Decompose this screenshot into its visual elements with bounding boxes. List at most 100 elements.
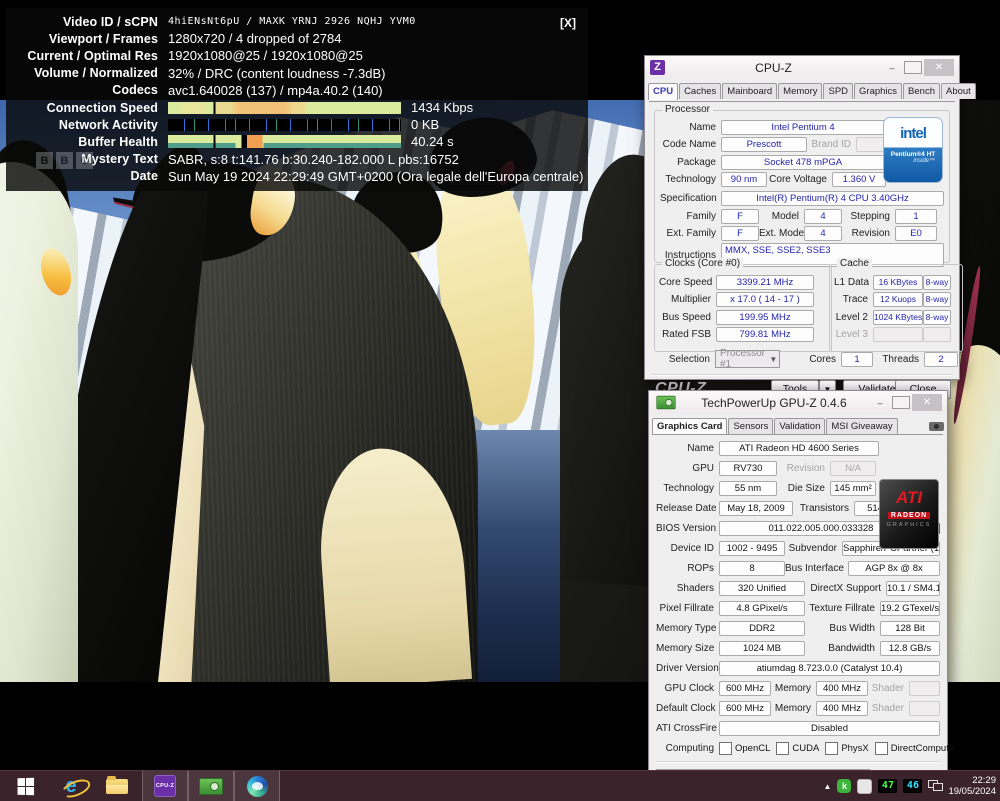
- field-label: Memory: [771, 703, 811, 714]
- camera-icon[interactable]: [929, 422, 944, 431]
- tab-cpu[interactable]: CPU: [648, 83, 678, 100]
- tray-clock[interactable]: 22:29 19/05/2024: [948, 775, 996, 798]
- field-label: Family: [660, 211, 716, 222]
- overlay-close-button[interactable]: [X]: [560, 16, 576, 30]
- opencl-checkbox[interactable]: [719, 742, 732, 755]
- network-activity-bar: [168, 119, 401, 131]
- checkbox-label: DirectCompute: [891, 743, 954, 754]
- tab-memory[interactable]: Memory: [778, 83, 822, 99]
- close-icon[interactable]: ✕: [924, 59, 954, 76]
- ati-radeon-logo: ATI RADEON GRAPHICS: [879, 479, 939, 549]
- tray-temp-cyan[interactable]: 46: [903, 779, 922, 793]
- physx-checkbox[interactable]: [825, 742, 838, 755]
- gpuz-titlebar[interactable]: TechPowerUp GPU-Z 0.4.6 – ✕: [649, 391, 947, 414]
- taskbar-item-gpuz[interactable]: [188, 771, 234, 801]
- gpuz-taskbar-icon: [199, 778, 223, 795]
- gpuz-window: TechPowerUp GPU-Z 0.4.6 – ✕ Graphics Car…: [648, 390, 948, 774]
- cpuz-window: Z CPU-Z – ✕ CPU Caches Mainboard Memory …: [644, 55, 960, 380]
- maximize-icon[interactable]: [904, 61, 922, 74]
- maximize-icon[interactable]: [892, 396, 910, 409]
- gpu-field: RV730: [719, 461, 777, 476]
- stats-for-nerds-overlay: [X] Video ID / sCPN4hiENsNt6pU / MAXK YR…: [6, 8, 588, 191]
- stat-label: Viewport / Frames: [6, 32, 158, 46]
- device-id-field: 1002 - 9495: [719, 541, 785, 556]
- brandid-field: [856, 137, 886, 152]
- penguin-left-body: [0, 162, 78, 682]
- codename-field: Prescott: [721, 137, 807, 152]
- stat-value: 40.24 s: [411, 134, 454, 149]
- bandwidth-field: 12.8 GB/s: [880, 641, 940, 656]
- folder-icon: [106, 779, 128, 794]
- cpuz-titlebar[interactable]: Z CPU-Z – ✕: [645, 56, 959, 79]
- tab-sensors[interactable]: Sensors: [728, 418, 773, 434]
- tab-bench[interactable]: Bench: [903, 83, 940, 99]
- field-label: GPU: [656, 463, 714, 474]
- group-title: Cache: [837, 258, 872, 269]
- field-label: Computing: [656, 743, 714, 754]
- cpuz-panel: Processor intel Pentium®4 HT inside™ Nam…: [649, 101, 955, 375]
- stat-label: Current / Optimal Res: [6, 49, 158, 63]
- field-label: Bus Interface: [785, 563, 843, 574]
- taskbar-item-cpuz[interactable]: CPU-Z: [142, 771, 188, 801]
- start-button[interactable]: [4, 771, 46, 801]
- field-label: Ext. Model: [759, 228, 799, 239]
- taskbar-item-internet-explorer[interactable]: e: [50, 771, 92, 801]
- intel-pentium4-logo: intel Pentium®4 HT inside™: [883, 117, 943, 183]
- internet-explorer-icon: e: [65, 776, 76, 796]
- tab-validation[interactable]: Validation: [774, 418, 825, 434]
- field-label: Level 2: [834, 312, 868, 323]
- field-label: BIOS Version: [656, 523, 714, 534]
- tray-speaker-icon[interactable]: [857, 779, 872, 794]
- tab-spd[interactable]: SPD: [823, 83, 853, 99]
- checkbox-label: PhysX: [841, 743, 868, 754]
- core-speed-field: 3399.21 MHz: [716, 275, 814, 290]
- processor-select[interactable]: Processor #1▼: [715, 350, 780, 368]
- field-label: Shader: [868, 683, 904, 694]
- memory-clock-field: 400 MHz: [816, 681, 868, 696]
- tray-k-icon[interactable]: k: [837, 779, 851, 793]
- stat-value: 4hiENsNt6pU / MAXK YRNJ 2926 NQHJ YVM0: [168, 16, 416, 27]
- field-label: Core Speed: [659, 277, 711, 288]
- field-label: Driver Version: [656, 663, 714, 674]
- bus-interface-field: AGP 8x @ 8x: [848, 561, 940, 576]
- texture-fillrate-field: 19.2 GTexel/s: [880, 601, 940, 616]
- field-label: Threads: [873, 354, 919, 365]
- specification-field: Intel(R) Pentium(R) 4 CPU 3.40GHz: [721, 191, 944, 206]
- tab-graphics[interactable]: Graphics: [854, 83, 902, 99]
- cpuz-app-icon: Z: [650, 60, 665, 75]
- shaders-field: 320 Unified: [719, 581, 805, 596]
- family-field: F: [721, 209, 759, 224]
- minimize-icon[interactable]: –: [882, 63, 902, 73]
- bottom-separator: [656, 761, 940, 763]
- connection-speed-bar: [168, 102, 401, 114]
- stat-value: 32% / DRC (content loudness -7.3dB): [168, 66, 386, 81]
- field-label: Memory: [771, 683, 811, 694]
- revision-field: E0: [895, 226, 937, 241]
- tab-mainboard[interactable]: Mainboard: [722, 83, 777, 99]
- taskbar-item-file-explorer[interactable]: [96, 771, 138, 801]
- close-icon[interactable]: ✕: [912, 394, 942, 411]
- tab-caches[interactable]: Caches: [679, 83, 721, 99]
- shader-clock-field: [909, 681, 940, 696]
- tray-network-icon[interactable]: [928, 780, 942, 792]
- cpuz-window-title: CPU-Z: [665, 61, 882, 75]
- tab-msi-giveaway[interactable]: MSI Giveaway: [826, 418, 897, 434]
- tray-temp-green[interactable]: 47: [878, 779, 897, 793]
- l3-field: [873, 327, 923, 342]
- l2-assoc-field: 8-way: [923, 310, 951, 325]
- cache-group: Cache L1 Data16 KBytes8-way Trace12 Kuop…: [829, 264, 963, 352]
- tab-about[interactable]: About: [941, 83, 976, 99]
- cuda-checkbox[interactable]: [776, 742, 789, 755]
- tab-graphics-card[interactable]: Graphics Card: [652, 418, 727, 435]
- field-label: Release Date: [656, 503, 714, 514]
- intel-logo-line2: inside™: [884, 158, 942, 164]
- stat-label: Date: [6, 169, 158, 183]
- directcompute-checkbox[interactable]: [875, 742, 888, 755]
- tray-time: 22:29: [948, 775, 996, 787]
- field-label: Memory Type: [656, 623, 714, 634]
- taskbar-item-edge[interactable]: [234, 771, 280, 801]
- minimize-icon[interactable]: –: [870, 398, 890, 408]
- field-label: Core Voltage: [767, 174, 827, 185]
- tray-expand-icon[interactable]: ▲: [824, 782, 832, 791]
- memory-size-field: 1024 MB: [719, 641, 805, 656]
